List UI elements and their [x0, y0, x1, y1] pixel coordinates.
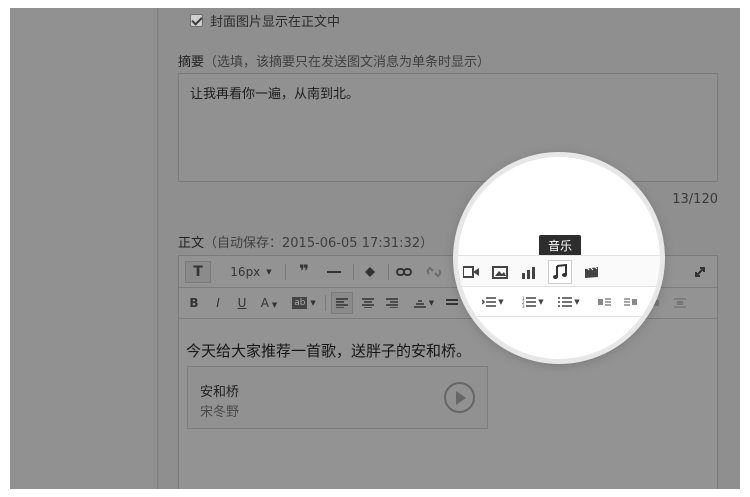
- magnified-float-left-button[interactable]: [594, 293, 614, 311]
- ordered-list-icon: 123: [522, 296, 537, 308]
- music-tooltip: 音乐: [539, 235, 582, 260]
- align-left-button[interactable]: [331, 292, 353, 314]
- link-button[interactable]: [393, 261, 415, 283]
- abstract-title: 摘要: [178, 55, 205, 70]
- line-height-icon: [446, 299, 458, 305]
- font-color-button[interactable]: A ▼: [257, 292, 281, 314]
- song-artist: 宋冬野: [200, 405, 240, 420]
- song-title: 安和桥: [200, 385, 240, 400]
- block-center-icon: [674, 298, 686, 308]
- format-brush-icon: [365, 267, 375, 277]
- align-center-button[interactable]: [357, 292, 379, 314]
- body-title: 正文: [178, 236, 205, 251]
- play-icon[interactable]: [444, 382, 475, 413]
- quote-icon: ❞: [299, 262, 309, 282]
- indent-icon: [482, 296, 497, 307]
- underline-icon: U: [237, 296, 247, 310]
- vertical-align-icon: [413, 300, 426, 308]
- screenshot-stage: 封面图片显示在正文中 摘要（选填，该摘要只在发送图文消息为单条时显示） 让我再看…: [0, 0, 750, 497]
- magnified-album-button[interactable]: [582, 262, 602, 282]
- italic-icon: I: [216, 296, 220, 310]
- magnified-image-button[interactable]: [490, 262, 510, 282]
- block-center-button[interactable]: [669, 292, 691, 314]
- align-right-button[interactable]: [381, 292, 403, 314]
- music-card[interactable]: 安和桥 宋冬野: [187, 366, 488, 429]
- unlink-button[interactable]: [423, 261, 445, 283]
- align-center-icon: [362, 298, 374, 308]
- magnified-indent-button[interactable]: ▼: [480, 293, 506, 311]
- abstract-textarea[interactable]: 让我再看你一遍，从南到北。: [178, 73, 718, 182]
- chevron-down-icon: ▼: [266, 268, 272, 276]
- magnified-bullet-list-button[interactable]: ▼: [556, 293, 582, 311]
- body-heading: 正文（自动保存：2015-06-05 17:31:32）: [178, 232, 433, 251]
- format-brush-button[interactable]: [359, 261, 381, 283]
- float-left-icon: [597, 298, 611, 306]
- cover-checkbox-label: 封面图片显示在正文中: [210, 15, 341, 30]
- align-left-icon: [336, 298, 348, 308]
- italic-button[interactable]: I: [209, 292, 227, 314]
- abstract-char-counter: 13/120: [672, 192, 718, 207]
- fullscreen-icon: [695, 267, 705, 277]
- svg-text:3: 3: [522, 304, 525, 308]
- chart-icon: [522, 266, 535, 279]
- left-sidebar: [10, 8, 158, 489]
- link-icon: [396, 268, 412, 276]
- unlink-icon: [426, 266, 442, 278]
- text-style-button[interactable]: T: [185, 261, 211, 283]
- text-style-icon: T: [193, 264, 203, 280]
- font-color-icon: A ▼: [260, 296, 278, 310]
- video-icon: [463, 266, 479, 278]
- magnified-float-right-button[interactable]: [620, 293, 640, 311]
- magnified-format-toolbar: ▼ 1 2 3 ▼ ▼: [458, 287, 660, 317]
- quote-button[interactable]: ❞: [293, 261, 315, 283]
- horizontal-rule-button[interactable]: [323, 261, 345, 283]
- horizontal-rule-icon: [327, 271, 341, 273]
- album-icon: [585, 266, 598, 278]
- image-icon: [492, 265, 508, 279]
- music-icon: [553, 264, 567, 279]
- magnified-toolbar: [458, 255, 660, 287]
- autosave-status: （自动保存：2015-06-05 17:31:32）: [204, 236, 434, 251]
- underline-button[interactable]: U: [233, 292, 251, 314]
- align-right-icon: [386, 298, 398, 308]
- abstract-heading: 摘要（选填，该摘要只在发送图文消息为单条时显示）: [178, 51, 490, 70]
- background-color-icon: ab: [292, 297, 308, 309]
- cover-in-body-option[interactable]: 封面图片显示在正文中: [190, 11, 340, 30]
- font-size-value: 16px: [230, 265, 261, 279]
- cover-checkbox[interactable]: [190, 14, 203, 27]
- bold-icon: B: [189, 296, 199, 310]
- vertical-align-button[interactable]: ▼: [411, 292, 437, 314]
- font-size-dropdown[interactable]: 16px ▼: [223, 261, 279, 283]
- abstract-hint: （选填，该摘要只在发送图文消息为单条时显示）: [204, 55, 491, 70]
- magnified-music-button[interactable]: [548, 260, 572, 284]
- magnifier-callout: 音乐 ▼ 1 2 3 ▼ ▼: [458, 157, 660, 359]
- editor-body-text[interactable]: 今天给大家推荐一首歌，送胖子的安和桥。: [186, 340, 471, 361]
- bold-button[interactable]: B: [185, 292, 203, 314]
- bullet-list-icon: [558, 297, 573, 307]
- magnified-chart-button[interactable]: [519, 262, 539, 282]
- float-right-icon: [623, 298, 637, 306]
- abstract-text: 让我再看你一遍，从南到北。: [190, 87, 360, 102]
- magnified-ordered-list-button[interactable]: 1 2 3 ▼: [520, 293, 546, 311]
- background-color-button[interactable]: ab ▼: [289, 292, 319, 314]
- fullscreen-button[interactable]: [689, 261, 711, 283]
- magnified-video-button[interactable]: [461, 262, 481, 282]
